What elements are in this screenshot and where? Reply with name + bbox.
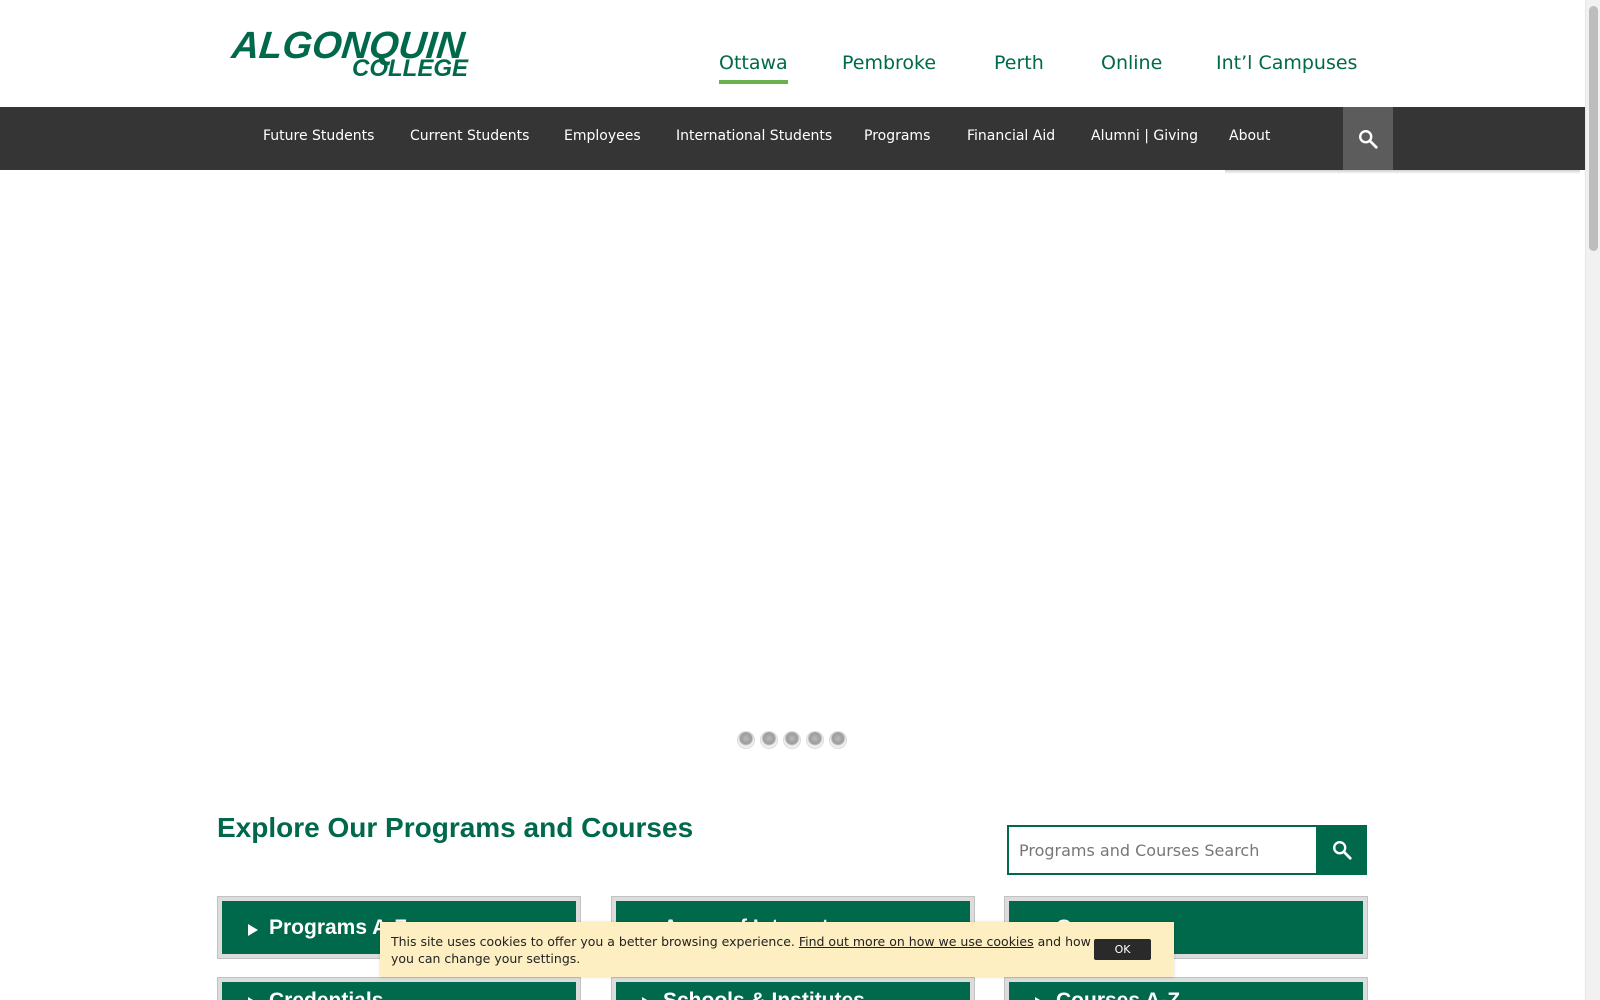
nav-item-international-students[interactable]: International Students	[676, 128, 832, 144]
search-icon	[1359, 129, 1378, 149]
carousel-dot-1[interactable]	[737, 731, 755, 749]
campus-link-online[interactable]: Online	[1101, 52, 1162, 74]
tile-label: Schools & Institutes	[663, 989, 865, 1000]
carousel-dot-4[interactable]	[806, 731, 824, 749]
cookie-banner: This site uses cookies to offer you a be…	[380, 922, 1174, 977]
page-scrollbar[interactable]	[1585, 0, 1600, 1000]
nav-search-button[interactable]	[1343, 107, 1393, 170]
algonquin-college-logo[interactable]: ALGONQUIN COLLEGE	[230, 25, 468, 81]
programs-search-button[interactable]	[1317, 825, 1367, 875]
campus-link-intl-campuses[interactable]: Int’l Campuses	[1216, 52, 1357, 74]
logo-line-2: COLLEGE	[352, 55, 469, 82]
cookie-text-before: This site uses cookies to offer you a be…	[391, 934, 799, 949]
scrollbar-thumb[interactable]	[1589, 6, 1598, 251]
cookie-message: This site uses cookies to offer you a be…	[391, 933, 1091, 967]
campus-link-perth[interactable]: Perth	[994, 52, 1044, 74]
carousel-dot-3[interactable]	[783, 731, 801, 749]
nav-item-future-students[interactable]: Future Students	[263, 128, 374, 144]
nav-item-current-students[interactable]: Current Students	[410, 128, 529, 144]
triangle-right-icon	[248, 924, 258, 936]
tile-schools-institutes[interactable]: Schools & Institutes	[611, 977, 975, 1000]
carousel-dot-2[interactable]	[760, 731, 778, 749]
nav-item-employees[interactable]: Employees	[564, 128, 641, 144]
site-header: ALGONQUIN COLLEGE Ottawa Pembroke Perth …	[0, 0, 1585, 107]
nav-item-alumni-giving[interactable]: Alumni | Giving	[1091, 128, 1198, 144]
hero-carousel	[0, 170, 1585, 760]
main-nav: Future Students Current Students Employe…	[0, 107, 1585, 170]
nav-item-financial-aid[interactable]: Financial Aid	[967, 128, 1055, 144]
explore-heading: Explore Our Programs and Courses	[217, 812, 694, 843]
nav-item-programs[interactable]: Programs	[864, 128, 930, 144]
tile-credentials[interactable]: Credentials	[217, 977, 581, 1000]
tile-courses-a-z[interactable]: Courses A-Z	[1004, 977, 1368, 1000]
programs-search-input[interactable]	[1007, 825, 1318, 875]
campus-link-ottawa[interactable]: Ottawa	[719, 52, 788, 84]
tile-label: Courses A-Z	[1056, 989, 1180, 1000]
search-icon	[1333, 841, 1352, 860]
carousel-dots	[737, 731, 847, 751]
cookie-policy-link[interactable]: Find out more on how we use cookies	[799, 934, 1034, 949]
campus-link-pembroke[interactable]: Pembroke	[842, 52, 936, 74]
nav-item-about[interactable]: About	[1229, 128, 1270, 144]
page: ALGONQUIN COLLEGE Ottawa Pembroke Perth …	[0, 0, 1600, 1000]
cookie-ok-button[interactable]: OK	[1094, 939, 1151, 960]
tile-label: Credentials	[269, 989, 383, 1000]
carousel-dot-5[interactable]	[829, 731, 847, 749]
